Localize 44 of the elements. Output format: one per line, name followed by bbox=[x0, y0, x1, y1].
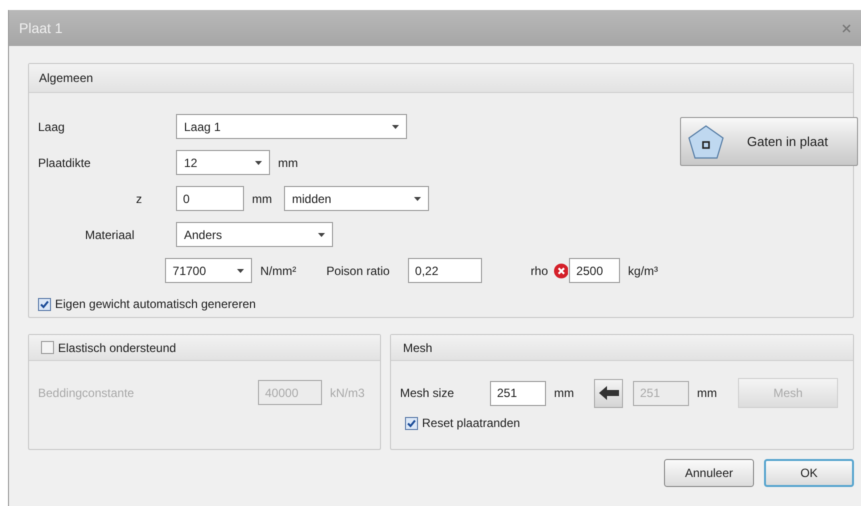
caret-icon bbox=[255, 160, 262, 164]
group-title: Mesh bbox=[403, 340, 432, 356]
field-label: Reset plaatranden bbox=[422, 415, 520, 432]
arrow-left-icon bbox=[598, 386, 618, 400]
dropdown[interactable]: Anders bbox=[176, 222, 333, 247]
field-label: z bbox=[136, 190, 142, 208]
field-label: mm bbox=[252, 190, 272, 208]
field-label: Laag bbox=[38, 120, 65, 134]
field-label: Materiaal bbox=[85, 226, 134, 244]
checkbox[interactable] bbox=[405, 416, 418, 430]
field-label: Beddingconstante bbox=[38, 384, 136, 402]
field-label: mm bbox=[697, 385, 718, 402]
checkbox[interactable] bbox=[41, 341, 54, 354]
window-title: Plaat 1 bbox=[19, 18, 63, 38]
group-title: Algemeen bbox=[39, 70, 94, 87]
checkbox[interactable] bbox=[38, 298, 51, 310]
field-label: N/mm² bbox=[260, 262, 298, 280]
field-label: rho bbox=[530, 262, 550, 280]
input-field[interactable]: 251 bbox=[490, 380, 546, 406]
caret-icon bbox=[414, 196, 421, 200]
pentagon-icon bbox=[687, 124, 725, 160]
field-label: Mesh size bbox=[400, 385, 456, 402]
dropdown[interactable]: 71700 bbox=[164, 258, 252, 283]
field-label: mm bbox=[278, 154, 298, 172]
holes-button[interactable]: Gaten in plaat bbox=[680, 117, 858, 166]
dialog-button[interactable]: Annuleer bbox=[664, 459, 754, 487]
input-field[interactable]: 0 bbox=[176, 186, 244, 211]
dropdown[interactable]: midden bbox=[284, 186, 429, 211]
copy-arrow-button[interactable] bbox=[594, 378, 623, 408]
dialog-button[interactable]: OK bbox=[764, 459, 854, 487]
dropdown[interactable]: 12 bbox=[176, 150, 270, 175]
field-label: Eigen gewicht automatisch genereren bbox=[55, 296, 256, 313]
field-label: kg/m³ bbox=[628, 262, 658, 280]
caret-icon bbox=[392, 124, 399, 128]
caret-icon bbox=[318, 232, 325, 236]
field-label: kN/m3 bbox=[330, 384, 365, 402]
input-field[interactable]: 0,22 bbox=[408, 258, 482, 283]
caret-icon bbox=[237, 268, 244, 272]
field-label: mm bbox=[554, 385, 575, 402]
input-field[interactable]: 2500 bbox=[569, 258, 620, 283]
dropdown[interactable]: Laag 1 bbox=[176, 114, 407, 139]
field-label: Elastisch ondersteund bbox=[58, 340, 176, 356]
field-label: Poison ratio bbox=[326, 262, 391, 280]
field-label: Plaatdikte bbox=[38, 156, 91, 170]
